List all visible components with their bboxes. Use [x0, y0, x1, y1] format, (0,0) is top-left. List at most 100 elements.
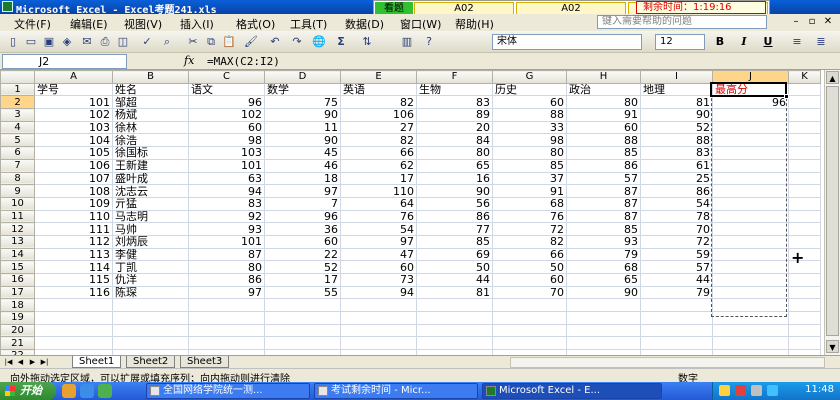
- cell-b1[interactable]: 姓名: [112, 82, 189, 97]
- cell-f8[interactable]: 16: [416, 171, 493, 186]
- browser-icon[interactable]: [80, 384, 94, 398]
- cell-e5[interactable]: 82: [340, 133, 417, 148]
- research-icon[interactable]: ⌕: [160, 35, 174, 49]
- row-header[interactable]: 1: [0, 82, 35, 97]
- cell-h13[interactable]: 93: [566, 234, 641, 249]
- taskbar-item-excel[interactable]: Microsoft Excel - E...: [482, 383, 662, 399]
- row-header[interactable]: 3: [0, 108, 35, 122]
- cell-g14[interactable]: 66: [492, 247, 567, 262]
- column-header-c[interactable]: C: [188, 70, 265, 84]
- row-header[interactable]: 18: [0, 298, 35, 313]
- cell-d3[interactable]: 90: [264, 108, 341, 122]
- sort-ascending-icon[interactable]: ⇅: [360, 35, 374, 49]
- cell-f19[interactable]: [416, 311, 493, 325]
- cell-a10[interactable]: 109: [34, 196, 113, 211]
- menu-format[interactable]: 格式(O): [236, 16, 275, 32]
- cell-g4[interactable]: 33: [492, 120, 567, 135]
- cell-e7[interactable]: 62: [340, 158, 417, 173]
- help-icon[interactable]: ?: [422, 35, 436, 49]
- cell-b9[interactable]: 沈志云: [112, 184, 189, 198]
- cell-j5[interactable]: [712, 133, 789, 148]
- cell-c15[interactable]: 80: [188, 260, 265, 274]
- tab-sheet1[interactable]: Sheet1: [72, 356, 122, 368]
- row-header[interactable]: 6: [0, 146, 35, 160]
- cell-f6[interactable]: 80: [416, 146, 493, 160]
- cell-b14[interactable]: 李健: [112, 247, 189, 262]
- media-icon[interactable]: [98, 384, 112, 398]
- minimize-icon[interactable]: –: [790, 16, 802, 28]
- cell-a11[interactable]: 110: [34, 209, 113, 224]
- row-header[interactable]: 17: [0, 285, 35, 300]
- cell-f21[interactable]: [416, 336, 493, 351]
- cell-d14[interactable]: 22: [264, 247, 341, 262]
- cell-i12[interactable]: 70: [640, 222, 713, 236]
- print-icon[interactable]: ⎙: [98, 35, 112, 49]
- cell-b19[interactable]: [112, 311, 189, 325]
- cell-h10[interactable]: 87: [566, 196, 641, 211]
- cell-b17[interactable]: 陈琛: [112, 285, 189, 300]
- cell-a6[interactable]: 105: [34, 146, 113, 160]
- cell-g2[interactable]: 60: [492, 95, 567, 110]
- cell-c16[interactable]: 86: [188, 273, 265, 287]
- cell-f11[interactable]: 86: [416, 209, 493, 224]
- menu-insert[interactable]: 插入(I): [180, 16, 214, 32]
- cell-g13[interactable]: 82: [492, 234, 567, 249]
- cell-i17[interactable]: 79: [640, 285, 713, 300]
- cell-e18[interactable]: [340, 298, 417, 313]
- cell-c18[interactable]: [188, 298, 265, 313]
- cell-c13[interactable]: 101: [188, 234, 265, 249]
- cell-k12[interactable]: [788, 222, 821, 236]
- cell-b20[interactable]: [112, 323, 189, 338]
- menu-edit[interactable]: 编辑(E): [70, 16, 108, 32]
- cell-h12[interactable]: 85: [566, 222, 641, 236]
- cell-i3[interactable]: 90: [640, 108, 713, 122]
- cell-f14[interactable]: 69: [416, 247, 493, 262]
- cell-g20[interactable]: [492, 323, 567, 338]
- cell-i4[interactable]: 52: [640, 120, 713, 135]
- cell-f17[interactable]: 81: [416, 285, 493, 300]
- insert-function-icon[interactable]: fx: [184, 54, 194, 67]
- row-header[interactable]: 2: [0, 95, 35, 110]
- cell-f20[interactable]: [416, 323, 493, 338]
- column-header-h[interactable]: H: [566, 70, 641, 84]
- cell-a2[interactable]: 101: [34, 95, 113, 110]
- cell-h8[interactable]: 57: [566, 171, 641, 186]
- row-header[interactable]: 20: [0, 323, 35, 338]
- scroll-down-icon[interactable]: ▼: [826, 340, 839, 353]
- cell-e20[interactable]: [340, 323, 417, 338]
- cell-b21[interactable]: [112, 336, 189, 351]
- vertical-scrollbar[interactable]: ▲ ▼: [824, 70, 840, 355]
- cell-f16[interactable]: 44: [416, 273, 493, 287]
- cell-h16[interactable]: 65: [566, 273, 641, 287]
- cell-g15[interactable]: 50: [492, 260, 567, 274]
- paste-icon[interactable]: 📋: [222, 35, 236, 49]
- cell-h20[interactable]: [566, 323, 641, 338]
- cell-a14[interactable]: 113: [34, 247, 113, 262]
- font-name-select[interactable]: 宋体: [492, 34, 642, 50]
- cell-e11[interactable]: 76: [340, 209, 417, 224]
- prev-sheet-icon[interactable]: ◀: [16, 357, 25, 367]
- cell-g8[interactable]: 37: [492, 171, 567, 186]
- cell-c10[interactable]: 83: [188, 196, 265, 211]
- cell-d1[interactable]: 数学: [264, 82, 341, 97]
- cell-a4[interactable]: 103: [34, 120, 113, 135]
- cell-d11[interactable]: 96: [264, 209, 341, 224]
- chart-wizard-icon[interactable]: ▥: [400, 35, 414, 49]
- cell-a18[interactable]: [34, 298, 113, 313]
- column-header-g[interactable]: G: [492, 70, 567, 84]
- cell-j16[interactable]: [712, 273, 789, 287]
- scroll-up-icon[interactable]: ▲: [826, 71, 839, 84]
- cell-d2[interactable]: 75: [264, 95, 341, 110]
- cell-a12[interactable]: 111: [34, 222, 113, 236]
- cell-a17[interactable]: 116: [34, 285, 113, 300]
- start-button[interactable]: 开始: [0, 382, 56, 400]
- row-header[interactable]: 10: [0, 196, 35, 211]
- restore-icon[interactable]: ▫: [806, 16, 818, 28]
- format-painter-icon[interactable]: 🖌: [244, 35, 258, 49]
- cell-i5[interactable]: 88: [640, 133, 713, 148]
- cell-i19[interactable]: [640, 311, 713, 325]
- cell-k7[interactable]: [788, 158, 821, 173]
- cell-g17[interactable]: 70: [492, 285, 567, 300]
- cell-h7[interactable]: 86: [566, 158, 641, 173]
- cell-h9[interactable]: 87: [566, 184, 641, 198]
